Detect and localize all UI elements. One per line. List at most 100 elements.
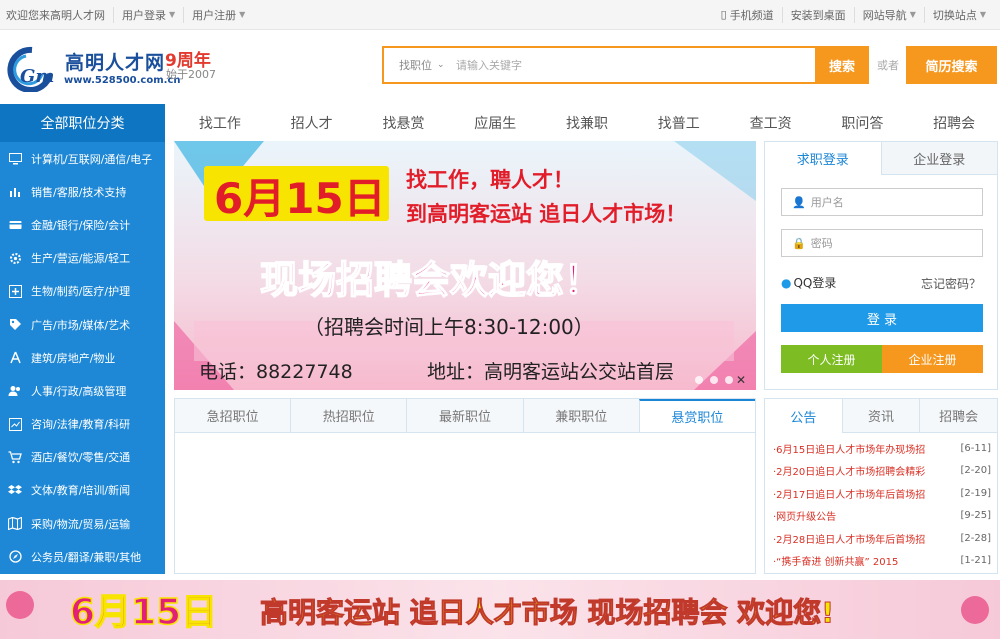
tab-jobseeker-login[interactable]: 求职登录 <box>765 142 881 175</box>
sidebar-item-12[interactable]: 公务员/翻译/兼职/其他 <box>0 540 165 573</box>
bottom-banner-graphic: 6月15日 高明客运站 追日人才市场 现场招聘会 欢迎您! <box>0 580 1000 639</box>
sidebar-item-0[interactable]: 计算机/互联网/通信/电子 <box>0 142 165 175</box>
sidebar-item-2[interactable]: 金融/银行/保险/会计 <box>0 208 165 241</box>
user-login-menu[interactable]: 用户登录 ▼ <box>113 6 183 23</box>
sidebar-item-1[interactable]: 销售/客服/技术支持 <box>0 175 165 208</box>
news-title[interactable]: ·2月17日追日人才市场年后首场招 <box>773 486 925 501</box>
bar-chart-icon <box>8 185 22 199</box>
nav-item-7[interactable]: 职问答 <box>816 104 908 142</box>
news-item[interactable]: ·“携手奋进 创新共赢” 2015 [1-21] <box>773 550 991 573</box>
banner-time: （招聘会时间上午8:30-12:00） <box>304 315 594 339</box>
nav-item-6[interactable]: 查工资 <box>725 104 817 142</box>
bottom-banner-date: 6月15日 <box>70 592 217 633</box>
qq-login-link[interactable]: ● QQ登录 <box>781 274 836 291</box>
or-text: 或者 <box>877 59 899 72</box>
password-input[interactable] <box>810 236 971 250</box>
banner-date: 6月15日 <box>214 174 386 223</box>
flower-icon <box>6 591 34 619</box>
search-type-select[interactable]: 找职位 ⌄ <box>384 57 445 73</box>
sidebar-item-label: 计算机/互联网/通信/电子 <box>31 152 153 166</box>
tab-news-2[interactable]: 招聘会 <box>919 399 998 433</box>
tab-jobs-4[interactable]: 悬赏职位 <box>638 399 756 432</box>
sidebar-item-label: 建筑/房地产/物业 <box>31 351 116 365</box>
dropbox-icon <box>8 483 22 497</box>
forgot-password-link[interactable]: 忘记密码？ <box>921 275 981 292</box>
mobile-channel-link[interactable]: ▯ 手机频道 <box>721 7 782 23</box>
nav-item-3[interactable]: 应届生 <box>449 104 541 142</box>
news-title[interactable]: ·2月20日追日人才市场招聘会精彩 <box>773 463 925 478</box>
site-nav-menu[interactable]: 网站导航 ▼ <box>853 6 924 23</box>
nav-item-0[interactable]: 找工作 <box>174 104 266 142</box>
sidebar-item-7[interactable]: 人事/行政/高级管理 <box>0 374 165 407</box>
sidebar-item-label: 广告/市场/媒体/艺术 <box>31 318 131 332</box>
sidebar-item-label: 酒店/餐饮/零售/交通 <box>31 451 131 465</box>
search-input[interactable] <box>444 48 815 82</box>
personal-register-button[interactable]: 个人注册 <box>781 345 882 373</box>
sidebar-item-label: 生产/营运/能源/轻工 <box>31 252 131 266</box>
news-item[interactable]: ·网页升级公告 [9-25] <box>773 505 991 528</box>
sidebar-item-3[interactable]: 生产/营运/能源/轻工 <box>0 242 165 275</box>
tab-jobs-1[interactable]: 热招职位 <box>290 399 407 432</box>
news-title[interactable]: ·6月15日追日人才市场年办现场招 <box>773 441 925 456</box>
sidebar-item-8[interactable]: 咨询/法律/教育/科研 <box>0 408 165 441</box>
news-item[interactable]: ·6月15日追日人才市场年办现场招 [6-11] <box>773 437 991 460</box>
site-logo[interactable]: Gm 高明人才网 www.528500.com.cn 9周年 始于2007 <box>2 44 216 94</box>
main-nav: 找工作 招人才 找悬赏 应届生 找兼职 找普工 查工资 职问答 招聘会 <box>174 104 1000 142</box>
news-date: [2-28] <box>960 532 992 544</box>
password-field[interactable]: 🔒 <box>781 229 983 257</box>
news-title[interactable]: ·2月28日追日人才市场年后首场招 <box>773 531 925 546</box>
nav-item-5[interactable]: 找普工 <box>633 104 725 142</box>
bottom-banner-text: 高明客运站 追日人才市场 现场招聘会 欢迎您! <box>260 596 834 629</box>
resume-search-button[interactable]: 简历搜索 <box>906 46 997 84</box>
username-field[interactable]: 👤 <box>781 188 983 216</box>
logo-mark-icon: Gm <box>7 46 54 92</box>
tab-news-1[interactable]: 资讯 <box>841 399 920 433</box>
sidebar-item-4[interactable]: 生物/制药/医疗/护理 <box>0 275 165 308</box>
login-button[interactable]: 登 录 <box>781 304 983 332</box>
compass-circle-icon <box>8 550 22 564</box>
banner-phone: 电话：88227748 <box>199 361 353 383</box>
flower-icon <box>961 596 989 624</box>
search-button[interactable]: 搜索 <box>815 46 869 84</box>
sidebar-item-11[interactable]: 采购/物流/贸易/运输 <box>0 507 165 540</box>
chart-box-icon <box>8 417 22 431</box>
news-title[interactable]: ·“携手奋进 创新共赢” 2015 <box>773 553 898 568</box>
nav-item-8[interactable]: 招聘会 <box>908 104 1000 142</box>
sidebar-item-10[interactable]: 文体/教育/培训/新闻 <box>0 474 165 507</box>
tab-jobs-0[interactable]: 急招职位 <box>175 399 291 432</box>
chevron-down-icon: ▼ <box>169 10 176 19</box>
user-register-menu[interactable]: 用户注册 ▼ <box>183 6 253 23</box>
mobile-label: 手机频道 <box>729 8 774 22</box>
bottom-banner[interactable]: 6月15日 高明客运站 追日人才市场 现场招聘会 欢迎您! <box>0 580 1000 639</box>
nav-item-4[interactable]: 找兼职 <box>541 104 633 142</box>
nav-item-2[interactable]: 找悬赏 <box>358 104 450 142</box>
tab-company-login[interactable]: 企业登录 <box>880 142 997 175</box>
news-item[interactable]: ·2月28日追日人才市场年后首场招 [2-28] <box>773 527 991 550</box>
cart-icon <box>8 450 22 464</box>
company-register-button[interactable]: 企业注册 <box>882 345 983 373</box>
jobs-panel: 急招职位 热招职位 最新职位 兼职职位 悬赏职位 <box>174 398 756 574</box>
sidebar-item-label: 销售/客服/技术支持 <box>31 185 127 199</box>
tab-jobs-2[interactable]: 最新职位 <box>406 399 523 432</box>
user-icon: 👤 <box>792 195 806 209</box>
sidebar-item-5[interactable]: 广告/市场/媒体/艺术 <box>0 308 165 341</box>
sidebar-item-label: 公务员/翻译/兼职/其他 <box>31 550 142 564</box>
news-item[interactable]: ·2月17日追日人才市场年后首场招 [2-19] <box>773 482 991 505</box>
sidebar-item-6[interactable]: 建筑/房地产/物业 <box>0 341 165 374</box>
install-desktop-link[interactable]: 安装到桌面 <box>781 6 854 23</box>
user-login-label: 用户登录 <box>122 8 166 22</box>
nav-item-1[interactable]: 招人才 <box>266 104 358 142</box>
sidebar-item-9[interactable]: 酒店/餐饮/零售/交通 <box>0 441 165 474</box>
switch-site-menu[interactable]: 切换站点 ▼ <box>923 6 994 23</box>
hero-banner[interactable]: 6月15日 找工作，聘人才！ 到高明客运站 追日人才市场！ 现场招聘会欢迎您！ … <box>174 141 756 390</box>
news-item[interactable]: ·2月20日追日人才市场招聘会精彩 [2-20] <box>773 460 991 483</box>
logo-url: www.528500.com.cn <box>64 75 181 86</box>
news-title[interactable]: ·网页升级公告 <box>773 508 836 523</box>
qq-icon: ● <box>781 275 792 290</box>
news-panel: 公告 资讯 招聘会 ·6月15日追日人才市场年办现场招 [6-11] ·2月20日追日人… <box>764 398 998 574</box>
logo-mark-text: Gm <box>20 66 54 87</box>
tag-icon <box>8 318 22 332</box>
username-input[interactable] <box>810 195 971 209</box>
tab-news-0[interactable]: 公告 <box>765 399 842 433</box>
tab-jobs-3[interactable]: 兼职职位 <box>522 399 639 432</box>
